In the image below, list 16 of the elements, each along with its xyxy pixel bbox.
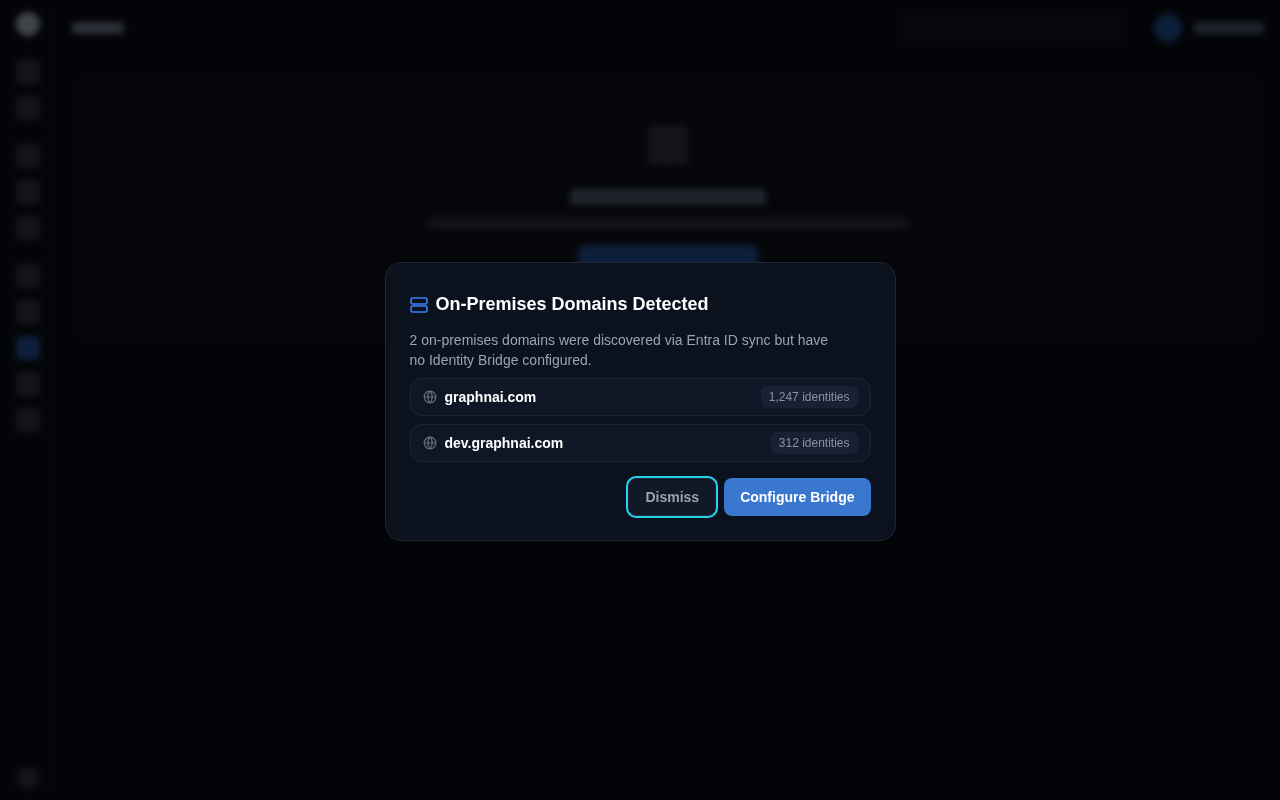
dismiss-button[interactable]: Dismiss	[628, 478, 717, 516]
domain-name: dev.graphnai.com	[444, 433, 564, 453]
identity-count-badge: 312 identities	[770, 432, 858, 454]
blurred-page-title	[72, 21, 124, 34]
blurred-user-name	[1194, 21, 1264, 34]
globe-icon	[422, 390, 437, 404]
domain-name: graphnai.com	[444, 387, 537, 407]
dialog-message: 2 on-premises domains were discovered via Entra ID sync but have no Identity Bridge configured.	[409, 331, 830, 370]
dialog-title: On-Premises Domains Detected	[435, 293, 709, 316]
logo-icon[interactable]	[15, 12, 40, 36]
avatar[interactable]	[1154, 13, 1182, 42]
configure-button[interactable]: Configure Bridge	[724, 478, 871, 516]
identity-count-badge: 1,247 identities	[760, 386, 858, 408]
server-icon	[409, 296, 428, 313]
nav-icon[interactable]	[15, 336, 40, 360]
globe-icon	[422, 436, 437, 450]
